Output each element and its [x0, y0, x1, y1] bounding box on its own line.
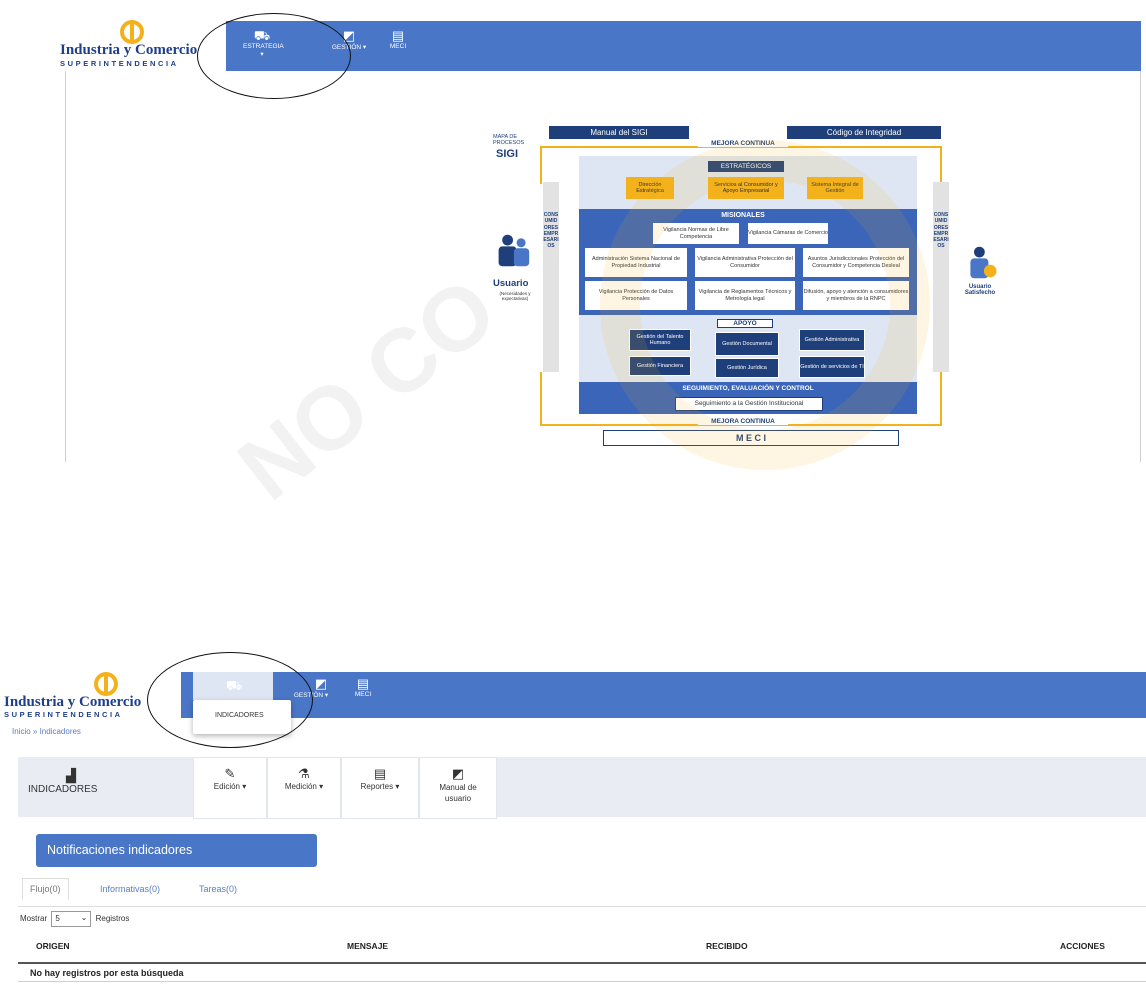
nav-meci[interactable]: ▤ MECI [352, 676, 374, 699]
content-frame-left-edge [65, 71, 66, 462]
records-label: Registros [95, 914, 130, 924]
empty-table-message: No hay registros por esta búsqueda [30, 968, 184, 978]
module-label: INDICADORES [28, 784, 98, 795]
brand-name: Industria y Comercio [4, 694, 142, 710]
meci-icon: ▤ [391, 28, 405, 43]
col-acciones[interactable]: ACCIONES [1060, 941, 1105, 951]
watermark-text: NO CO [220, 259, 515, 520]
manual-sigi: Manual del SIGI [549, 126, 689, 139]
chevron-down-icon: ⌄ [80, 913, 88, 922]
toolbar-reportes[interactable]: ▤ Reportes ▾ [341, 757, 419, 819]
measure-icon: ⚗ [298, 766, 310, 781]
nav-meci[interactable]: ▤ MECI [387, 28, 409, 51]
col-recibido[interactable]: RECIBIDO [706, 941, 748, 951]
consumidores-right: CONSUMIDORES EMPRESARIOS [933, 182, 949, 372]
highlight-oval [147, 652, 313, 748]
module-toolbar [18, 757, 1146, 817]
table-header-divider [18, 962, 1146, 964]
module-header: ▟ INDICADORES [28, 768, 158, 795]
manual-icon: ◩ [451, 766, 465, 781]
highlight-oval [197, 13, 351, 99]
meci-icon: ▤ [356, 676, 370, 691]
watermark-arc [600, 140, 930, 470]
brand-subtitle: SUPERINTENDENCIA [60, 59, 179, 68]
brand-subtitle: SUPERINTENDENCIA [4, 710, 123, 719]
user-group-icon [498, 234, 530, 267]
tab-tareas[interactable]: Tareas(0) [199, 884, 237, 894]
page-size-select[interactable]: 5 ⌄ [51, 911, 92, 927]
consumidores-left: CONSUMIDORES EMPRESARIOS [543, 182, 559, 372]
toolbar-edicion[interactable]: ✎ Edición ▾ [193, 757, 267, 819]
show-label: Mostrar [20, 914, 48, 924]
indicators-icon: ▟ [66, 768, 76, 783]
edit-icon: ✎ [224, 766, 236, 781]
satisfied-user-icon [970, 246, 997, 279]
usuario-satisfecho: Usuario Satisfecho [964, 284, 996, 296]
tabs-divider [18, 906, 1146, 907]
tab-flujo[interactable]: Flujo(0) [22, 878, 69, 900]
col-mensaje[interactable]: MENSAJE [347, 941, 388, 951]
usuario-sub: (Necesidades y expectativas) [499, 291, 531, 301]
notifications-title: Notificaciones indicadores [36, 834, 317, 867]
page-size-control: Mostrar 5 ⌄ Registros [20, 911, 129, 927]
map-title-small: MAPA DE PROCESOS [493, 134, 525, 146]
breadcrumb[interactable]: Inicio » Indicadores [12, 727, 81, 736]
tab-informativas[interactable]: Informativas(0) [100, 884, 160, 894]
usuario-label: Usuario [493, 278, 529, 289]
map-title: SIGI [496, 148, 519, 160]
content-frame-right-edge [1140, 71, 1141, 462]
reports-icon: ▤ [373, 766, 387, 781]
sic-logo-icon [120, 20, 144, 44]
sic-logo-icon [94, 672, 118, 696]
col-origen[interactable]: ORIGEN [36, 941, 70, 951]
toolbar-manual[interactable]: ◩ Manual de usuario [419, 757, 497, 819]
brand-name: Industria y Comercio [60, 42, 198, 58]
toolbar-medicion[interactable]: ⚗ Medición ▾ [267, 757, 341, 819]
table-bottom-divider [18, 981, 1146, 982]
codigo-integridad: Código de Integridad [787, 126, 941, 139]
